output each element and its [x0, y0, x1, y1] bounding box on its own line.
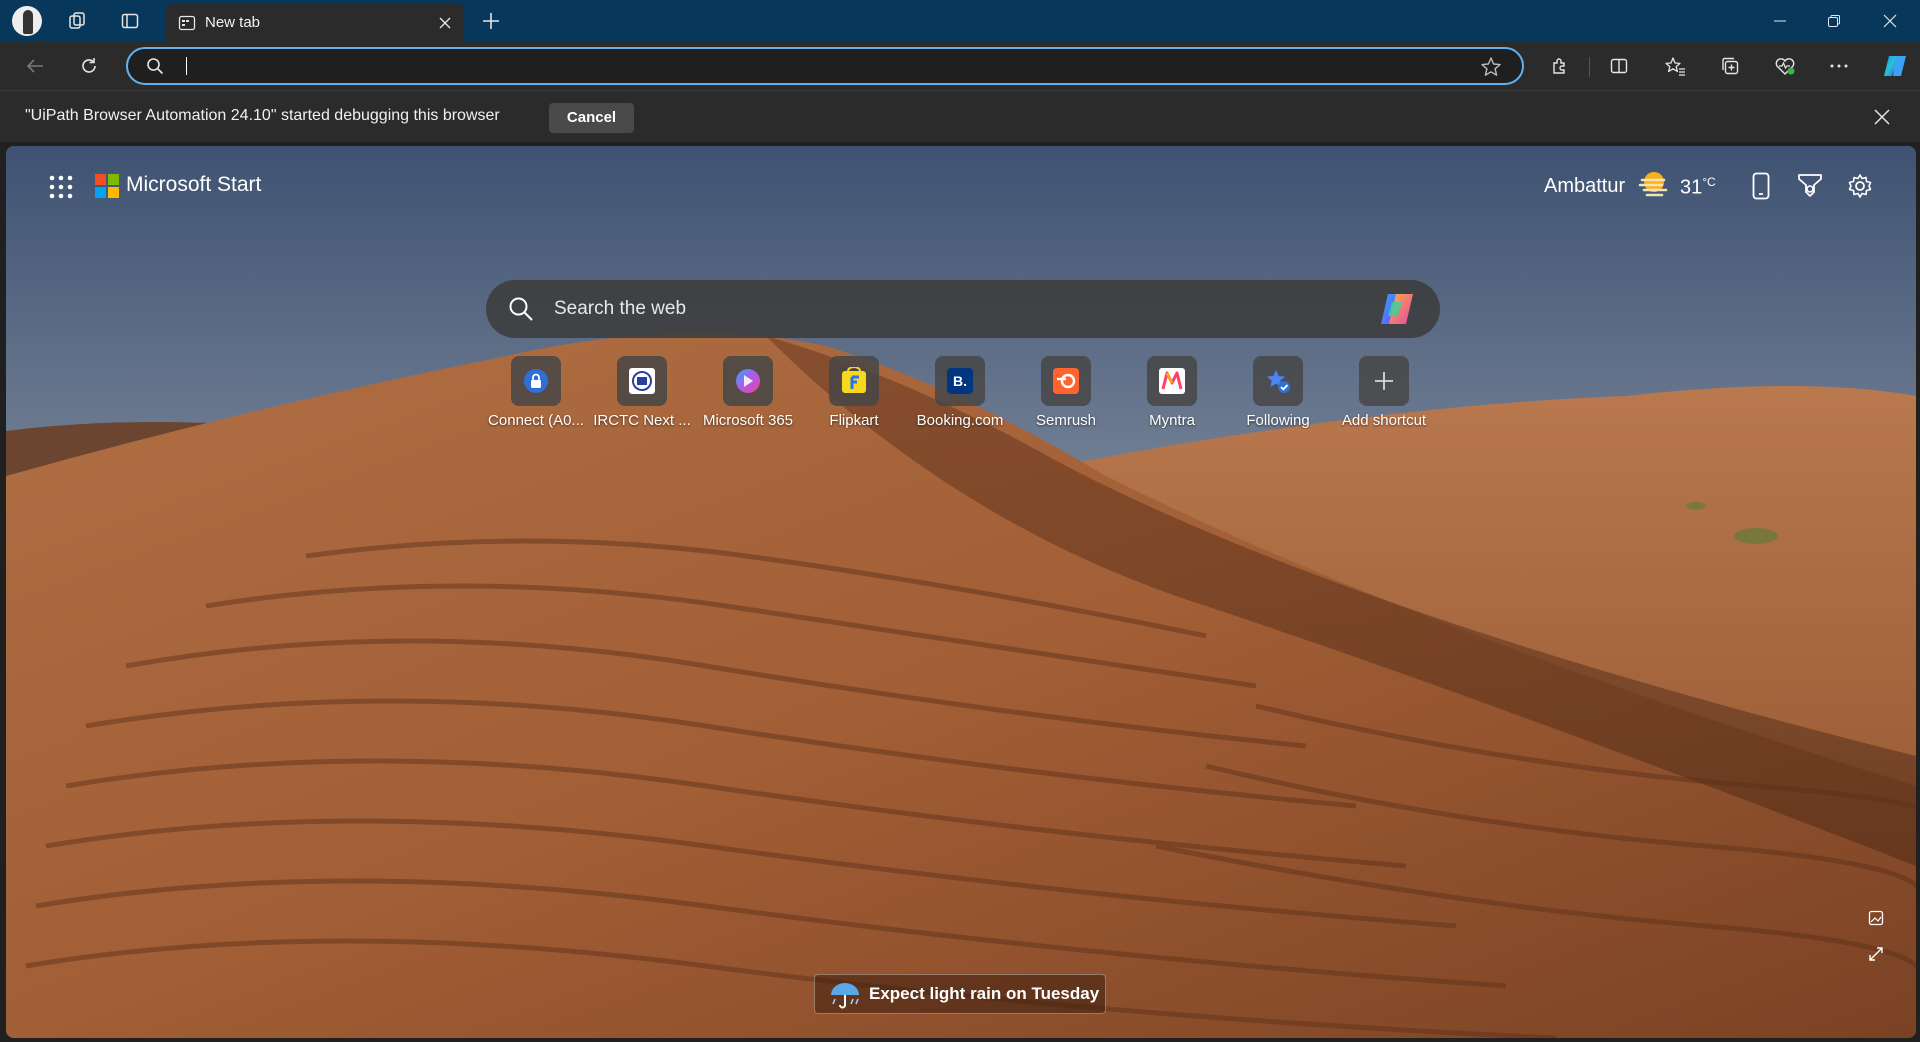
microsoft-365-icon [723, 356, 773, 406]
copilot-icon[interactable] [1878, 49, 1912, 83]
profile-avatar[interactable] [12, 6, 42, 36]
weather-temperature[interactable]: 31°C [1680, 175, 1716, 200]
weather-forecast-banner[interactable]: Expect light rain on Tuesday [814, 974, 1106, 1014]
address-input[interactable] [188, 53, 1388, 79]
shortcut-add[interactable]: Add shortcut [1331, 356, 1437, 436]
myntra-icon [1147, 356, 1197, 406]
shortcut-label: Semrush [1035, 412, 1097, 429]
shortcut-flipkart[interactable]: Flipkart [801, 356, 907, 436]
svg-text:B.: B. [953, 373, 967, 389]
microsoft-logo[interactable] [95, 174, 119, 198]
shortcut-label: Myntra [1149, 412, 1195, 429]
apps-grid-icon[interactable] [48, 174, 74, 200]
settings-gear-icon[interactable] [1844, 170, 1876, 202]
tab-title: New tab [205, 14, 261, 31]
window-close-icon[interactable] [1862, 0, 1918, 42]
address-bar[interactable] [126, 47, 1524, 85]
new-tab-page: Microsoft Start Ambattur 31°C Search the… [6, 146, 1916, 1038]
shortcut-label: Flipkart [829, 412, 879, 429]
expand-icon[interactable] [1864, 942, 1888, 966]
shortcut-semrush[interactable]: Semrush [1013, 356, 1119, 436]
web-search-box[interactable] [486, 280, 1440, 338]
forecast-text: Expect light rain on Tuesday [869, 984, 1100, 1003]
workspaces-icon[interactable] [63, 8, 91, 34]
search-icon [508, 296, 534, 322]
shortcut-list: Connect (A0... IRCTC Next ... Microsoft … [483, 356, 1443, 436]
irctc-icon [617, 356, 667, 406]
shortcut-label: Microsoft 365 [702, 412, 794, 429]
favorite-star-icon[interactable] [1480, 56, 1502, 83]
search-icon [146, 57, 164, 80]
web-search-input[interactable] [554, 294, 1334, 324]
copilot-icon[interactable] [1378, 292, 1416, 326]
start-header: Microsoft Start Ambattur 31°C [6, 146, 1916, 226]
split-screen-icon[interactable] [1602, 49, 1636, 83]
toolbar-divider [1589, 57, 1590, 77]
weather-location[interactable]: Ambattur [1544, 175, 1625, 198]
close-tab-icon[interactable] [434, 12, 456, 34]
shortcut-label: Booking.com [916, 412, 1004, 429]
shortcut-following[interactable]: Following [1225, 356, 1331, 436]
booking-icon: B. [935, 356, 985, 406]
shortcut-connect[interactable]: Connect (A0... [483, 356, 589, 436]
collections-icon[interactable] [1713, 49, 1747, 83]
temperature-value: 31 [1680, 176, 1703, 199]
hazy-sun-icon[interactable] [1638, 170, 1670, 200]
umbrella-rain-icon [827, 979, 863, 1009]
rewards-trophy-icon[interactable] [1794, 170, 1826, 202]
browser-essentials-icon[interactable] [1768, 49, 1802, 83]
shortcut-irctc[interactable]: IRCTC Next ... [589, 356, 695, 436]
title-bar: New tab [0, 0, 1920, 42]
back-arrow-icon[interactable] [18, 49, 52, 83]
extensions-icon[interactable] [1543, 49, 1577, 83]
shortcut-microsoft-365[interactable]: Microsoft 365 [695, 356, 801, 436]
temperature-unit: °C [1702, 175, 1716, 189]
shortcut-label: IRCTC Next ... [593, 412, 691, 429]
new-tab-favicon [178, 14, 196, 37]
refresh-icon[interactable] [72, 49, 106, 83]
cancel-button[interactable]: Cancel [549, 103, 634, 133]
flipkart-icon [829, 356, 879, 406]
shortcut-booking[interactable]: B. Booking.com [907, 356, 1013, 436]
plus-icon [1359, 356, 1409, 406]
text-caret [186, 57, 187, 75]
shortcut-label: Following [1246, 412, 1310, 429]
shortcut-label: Add shortcut [1341, 412, 1427, 429]
favorites-icon[interactable] [1658, 49, 1692, 83]
phone-icon[interactable] [1745, 170, 1777, 202]
new-tab-plus-icon[interactable] [477, 8, 505, 34]
background-info-icon[interactable] [1864, 906, 1888, 930]
tab-new-tab[interactable]: New tab [166, 3, 464, 42]
semrush-icon [1041, 356, 1091, 406]
more-options-icon[interactable] [1822, 49, 1856, 83]
minimize-icon[interactable] [1752, 0, 1808, 42]
shortcut-myntra[interactable]: Myntra [1119, 356, 1225, 436]
toolbar [0, 42, 1920, 90]
infobar-message: "UiPath Browser Automation 24.10" starte… [25, 107, 500, 124]
brand-title[interactable]: Microsoft Start [126, 173, 261, 197]
restore-icon[interactable] [1806, 0, 1862, 42]
vertical-tabs-icon[interactable] [116, 8, 144, 34]
infobar-close-icon[interactable] [1870, 105, 1894, 129]
lock-icon [511, 356, 561, 406]
debugging-infobar: "UiPath Browser Automation 24.10" starte… [0, 90, 1920, 142]
following-icon [1253, 356, 1303, 406]
shortcut-label: Connect (A0... [488, 412, 584, 429]
